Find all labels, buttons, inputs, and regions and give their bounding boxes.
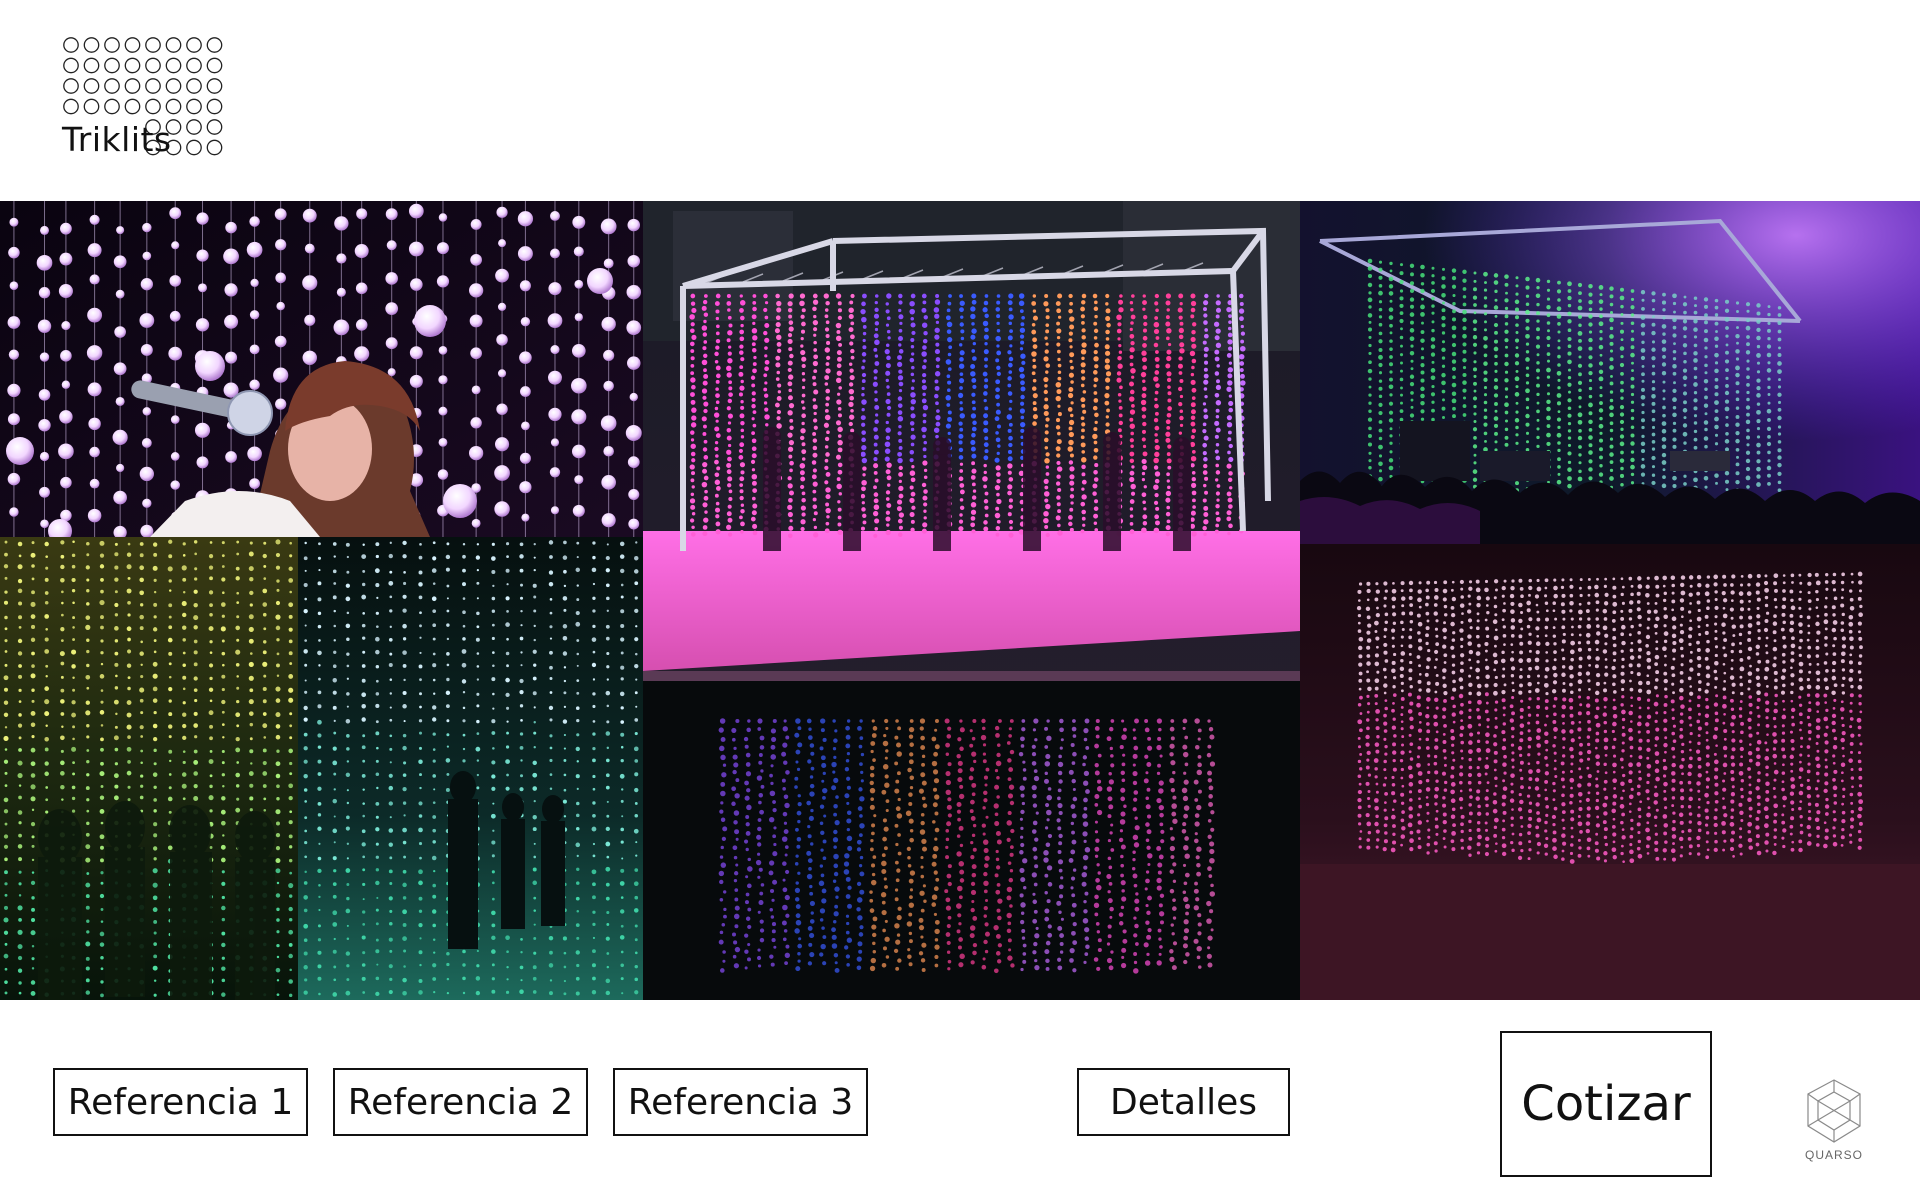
referencia-3-button[interactable]: Referencia 3 xyxy=(613,1068,868,1136)
logo-wordmark: Triklits xyxy=(62,120,172,159)
photo-singer-with-light-strands[interactable] xyxy=(0,201,643,537)
polyhedron-icon xyxy=(1807,1079,1861,1143)
quarso-brand[interactable]: QUARSO xyxy=(1800,1076,1868,1166)
photo-pink-light-cube[interactable] xyxy=(1300,544,1920,1000)
cotizar-button[interactable]: Cotizar xyxy=(1500,1031,1712,1177)
photo-teal-light-cube-interior[interactable] xyxy=(298,537,643,1000)
photo-concert-stage-light-strands[interactable] xyxy=(1300,201,1920,544)
quarso-label: QUARSO xyxy=(1804,1148,1863,1162)
photo-collage xyxy=(0,201,1920,1000)
triklits-logo[interactable]: Triklits xyxy=(62,36,242,164)
referencia-2-button[interactable]: Referencia 2 xyxy=(333,1068,588,1136)
referencia-1-button[interactable]: Referencia 1 xyxy=(53,1068,308,1136)
detalles-button[interactable]: Detalles xyxy=(1077,1068,1290,1136)
photo-outdoor-truss-light-cube-reflection[interactable] xyxy=(643,201,1300,1000)
photo-yellow-green-light-cube[interactable] xyxy=(0,537,298,1000)
